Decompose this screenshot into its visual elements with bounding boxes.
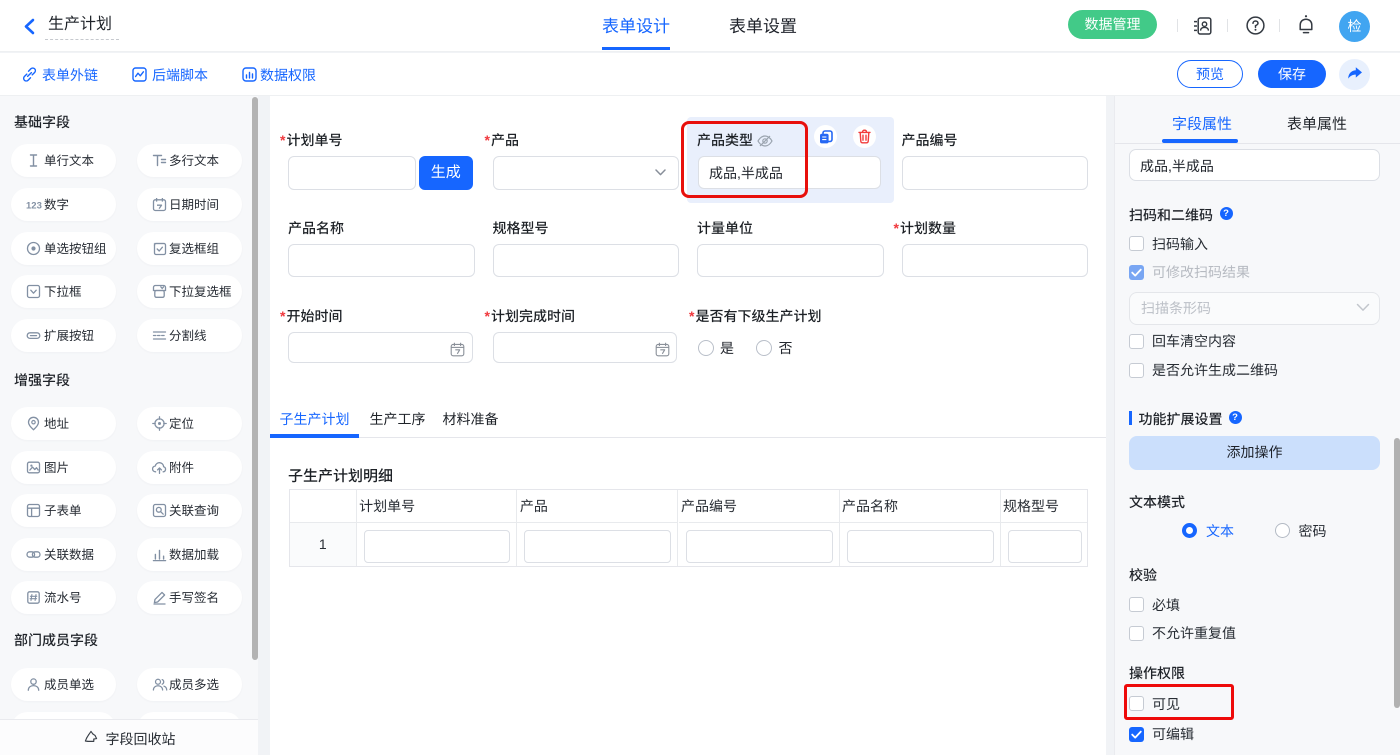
svg-text:123: 123 xyxy=(26,201,42,212)
